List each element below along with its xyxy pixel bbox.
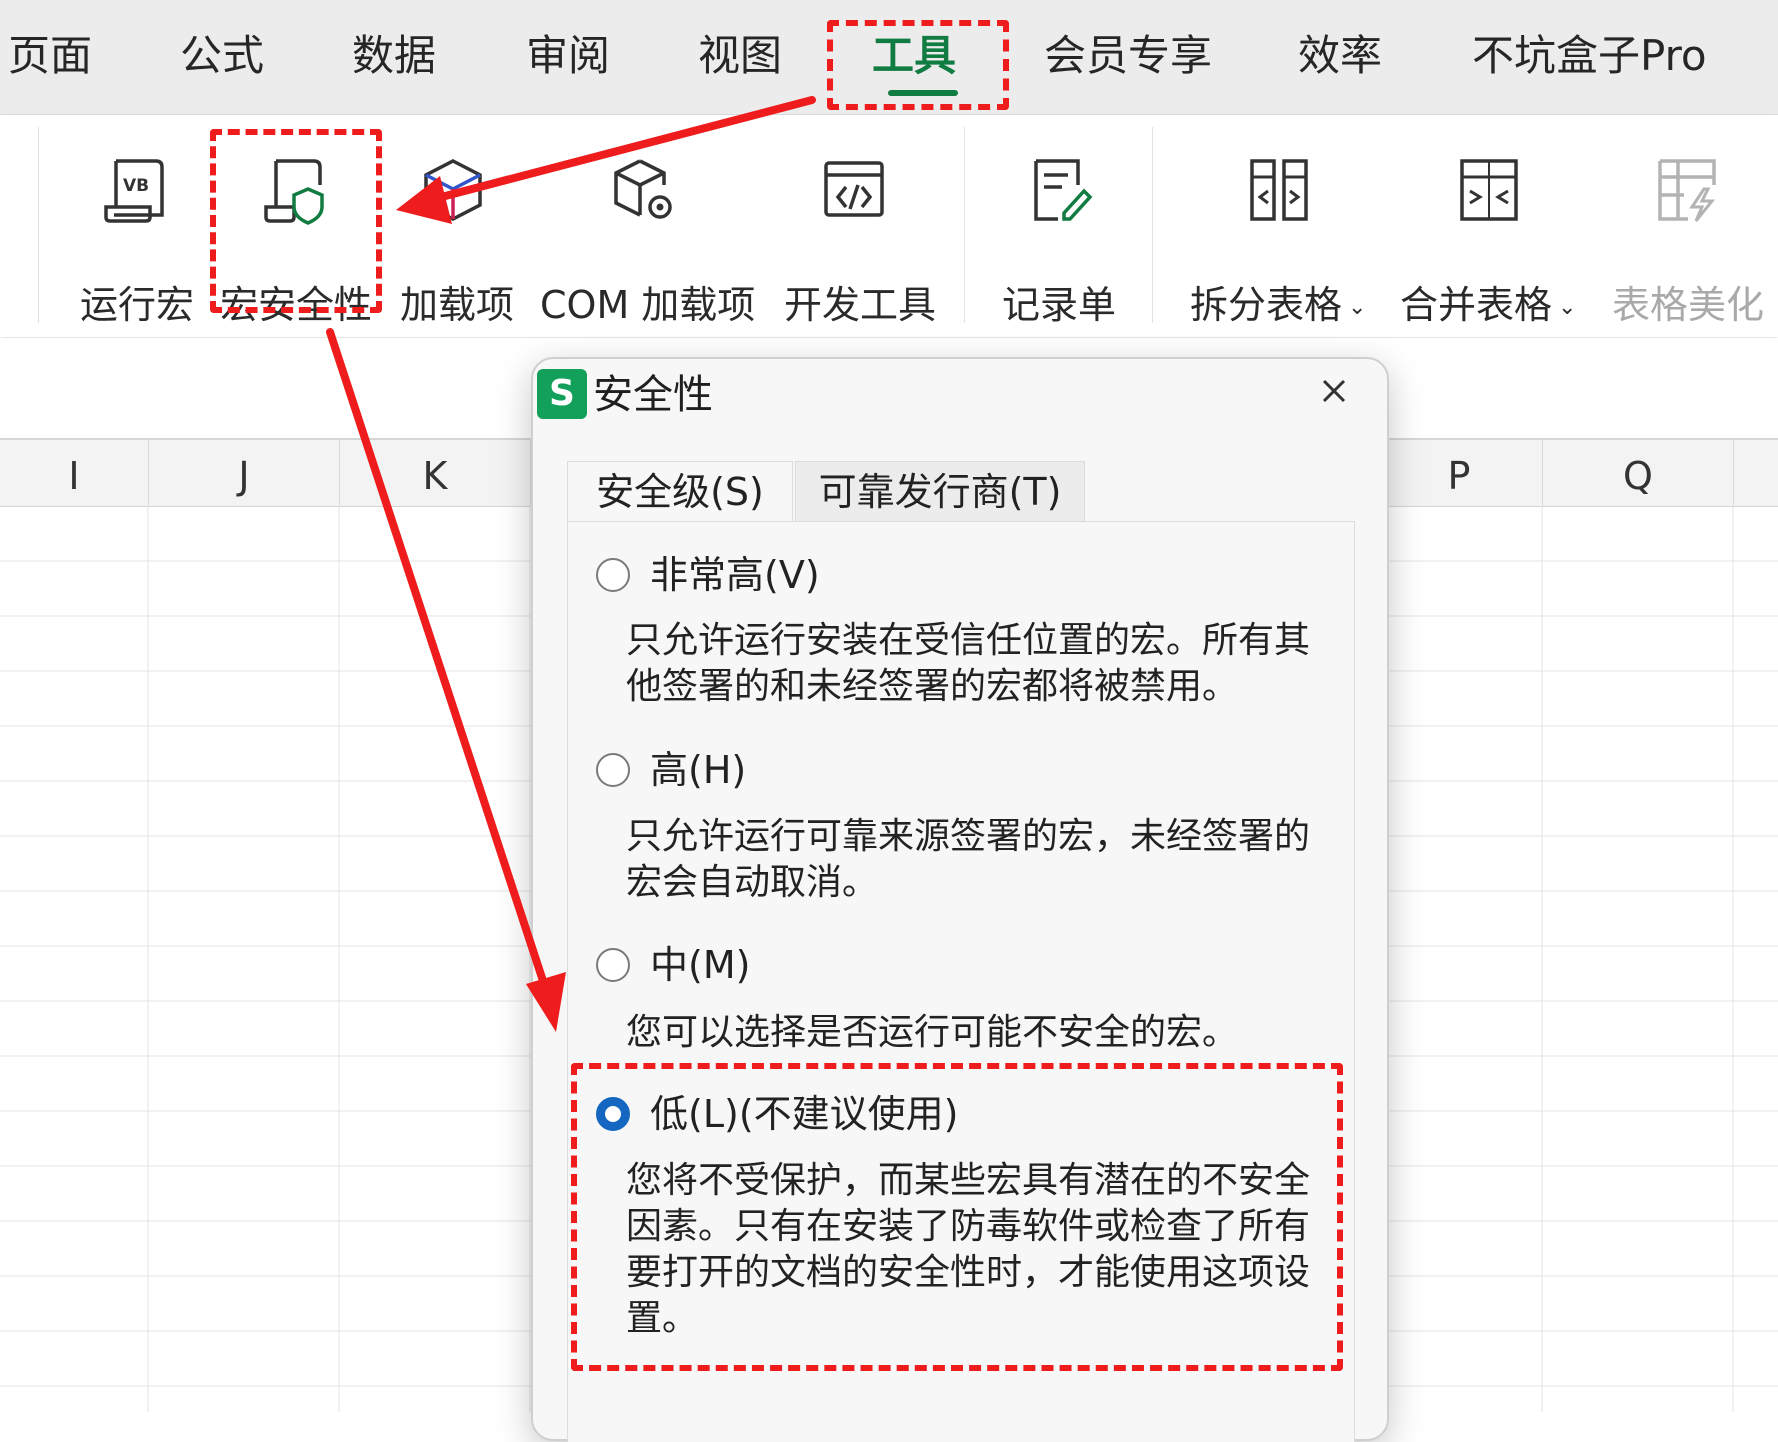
wps-spreadsheet-logo-icon: S bbox=[537, 369, 587, 419]
addin-cube-icon bbox=[424, 159, 482, 221]
menu-item-view[interactable]: 视图 bbox=[698, 28, 782, 84]
record-sheet-button[interactable]: 记录单 bbox=[1002, 155, 1118, 327]
dialog-title: 安全性 bbox=[593, 372, 713, 418]
menu-item-bukeng-pro[interactable]: 不坑盒子Pro bbox=[1472, 28, 1707, 84]
merge-table-label: 合并表格 ⌄ bbox=[1400, 283, 1577, 327]
ribbon-toolbar: VB 运行宏 宏安全性 加载项 COM 加载项 开发工具 记录单 拆分表格 ⌄ … bbox=[0, 115, 1778, 337]
macro-security-button[interactable]: 宏安全性 bbox=[220, 155, 372, 327]
dev-tools-label: 开发工具 bbox=[784, 283, 937, 327]
split-table-dropdown[interactable]: 拆分表格 ⌄ bbox=[1190, 155, 1366, 327]
ribbon-separator bbox=[1152, 127, 1153, 323]
column-header-i[interactable]: I bbox=[0, 440, 149, 506]
split-table-label: 拆分表格 ⌄ bbox=[1190, 283, 1367, 327]
radio-very-high[interactable] bbox=[596, 558, 630, 592]
tab-trusted-publishers[interactable]: 可靠发行商(T) bbox=[795, 461, 1085, 522]
option-desc-very-high: 只允许运行安装在受信任位置的宏。所有其他签署的和未经签署的宏都将被禁用。 bbox=[626, 620, 1311, 707]
svg-text:VB: VB bbox=[123, 176, 149, 196]
macro-shield-icon bbox=[264, 159, 324, 225]
com-cube-gear-icon bbox=[614, 159, 672, 219]
beautify-table-icon bbox=[1658, 159, 1716, 222]
com-addins-button[interactable]: COM 加载项 bbox=[540, 155, 755, 327]
column-header-q[interactable]: Q bbox=[1543, 440, 1734, 506]
active-tab-indicator bbox=[888, 90, 958, 96]
close-icon[interactable] bbox=[1314, 371, 1354, 411]
merge-table-icon bbox=[1460, 159, 1518, 221]
chevron-down-icon: ⌄ bbox=[1348, 294, 1367, 320]
option-label-medium[interactable]: 中(M) bbox=[650, 940, 750, 990]
com-addins-label: COM 加载项 bbox=[540, 283, 756, 327]
option-label-low[interactable]: 低(L)(不建议使用) bbox=[650, 1089, 958, 1139]
ribbon-separator bbox=[38, 127, 39, 323]
menu-item-formula[interactable]: 公式 bbox=[180, 28, 264, 84]
column-header-p[interactable]: P bbox=[1376, 440, 1543, 506]
form-edit-icon bbox=[1034, 159, 1093, 221]
split-table-icon bbox=[1250, 159, 1308, 221]
code-window-icon bbox=[824, 161, 884, 217]
column-header-k[interactable]: K bbox=[340, 440, 531, 506]
menu-item-review[interactable]: 审阅 bbox=[526, 28, 610, 84]
security-level-panel: 非常高(V) 只允许运行安装在受信任位置的宏。所有其他签署的和未经签署的宏都将被… bbox=[567, 521, 1355, 1442]
radio-medium[interactable] bbox=[596, 948, 630, 982]
menu-item-data[interactable]: 数据 bbox=[352, 28, 436, 84]
radio-high[interactable] bbox=[596, 753, 630, 787]
dev-tools-button[interactable]: 开发工具 bbox=[780, 155, 936, 327]
ribbon-separator bbox=[964, 127, 965, 323]
menu-bar: 页面 公式 数据 审阅 视图 工具 会员专享 效率 不坑盒子Pro bbox=[0, 0, 1778, 115]
chevron-down-icon: ⌄ bbox=[1558, 294, 1577, 320]
menu-item-efficiency[interactable]: 效率 bbox=[1298, 28, 1382, 84]
menu-item-tools[interactable]: 工具 bbox=[872, 28, 956, 84]
column-header-j[interactable]: J bbox=[149, 440, 340, 506]
tab-security-level[interactable]: 安全级(S) bbox=[567, 461, 793, 522]
addins-button[interactable]: 加载项 bbox=[396, 155, 516, 327]
beautify-table-button: 表格美化 bbox=[1612, 155, 1764, 327]
addins-label: 加载项 bbox=[400, 283, 515, 327]
option-label-very-high[interactable]: 非常高(V) bbox=[650, 550, 820, 600]
merge-table-dropdown[interactable]: 合并表格 ⌄ bbox=[1400, 155, 1576, 327]
radio-low[interactable] bbox=[596, 1097, 630, 1131]
option-label-high[interactable]: 高(H) bbox=[650, 745, 746, 795]
run-macro-button[interactable]: VB 运行宏 bbox=[76, 155, 196, 327]
menu-item-member[interactable]: 会员专享 bbox=[1044, 28, 1212, 84]
menu-item-page[interactable]: 页面 bbox=[8, 28, 92, 84]
security-dialog: S 安全性 安全级(S) 可靠发行商(T) 非常高(V) 只允许运行安装在受信任… bbox=[531, 357, 1389, 1442]
run-macro-label: 运行宏 bbox=[80, 283, 195, 327]
macro-security-label: 宏安全性 bbox=[220, 283, 373, 327]
record-sheet-label: 记录单 bbox=[1002, 283, 1117, 327]
option-desc-high: 只允许运行可靠来源签署的宏，未经签署的宏会自动取消。 bbox=[626, 816, 1311, 903]
option-desc-low: 您将不受保护，而某些宏具有潜在的不安全因素。只有在安装了防毒软件或检查了所有要打… bbox=[626, 1160, 1311, 1339]
beautify-table-label: 表格美化 bbox=[1612, 283, 1765, 327]
option-desc-medium: 您可以选择是否运行可能不安全的宏。 bbox=[626, 1012, 1239, 1053]
vb-scroll-icon: VB bbox=[104, 159, 164, 223]
